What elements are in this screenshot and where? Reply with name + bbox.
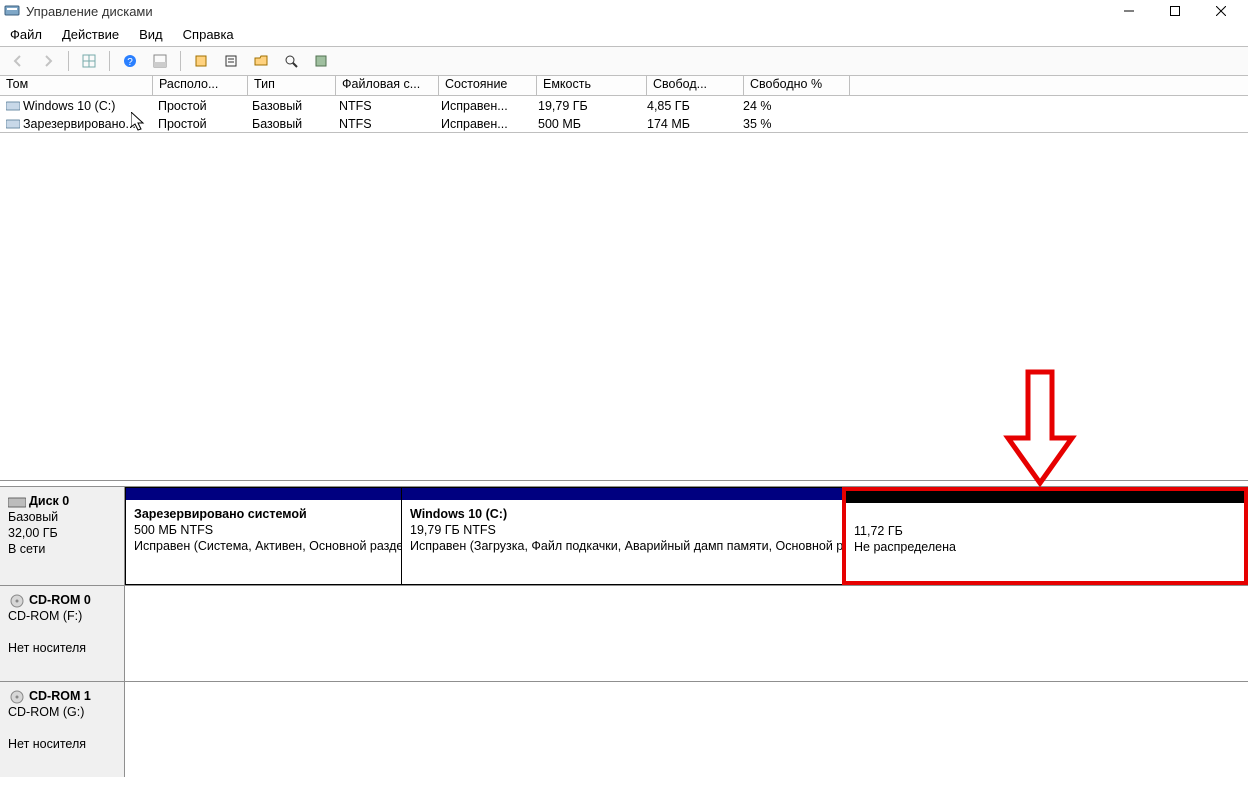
cell-name: Windows 10 (C:) [23, 99, 115, 113]
partition-size: 500 МБ NTFS [134, 522, 393, 538]
partition-title: Зарезервировано системой [134, 506, 393, 522]
titlebar: Управление дисками [0, 0, 1248, 22]
cell-status: Исправен... [435, 117, 532, 131]
disk-status: В сети [8, 542, 45, 556]
col-volume[interactable]: Том [0, 76, 153, 95]
forward-button[interactable] [36, 49, 60, 73]
open-button[interactable] [249, 49, 273, 73]
partition-status: Исправен (Загрузка, Файл подкачки, Авари… [410, 538, 834, 554]
volume-list-pane: Том Располо... Тип Файловая с... Состоян… [0, 76, 1248, 480]
partition-stripe [402, 488, 842, 500]
cell-free: 4,85 ГБ [641, 99, 737, 113]
properties-button[interactable] [219, 49, 243, 73]
disk-label-cell[interactable]: CD-ROM 0 CD-ROM (F:) Нет носителя [0, 586, 125, 681]
app-icon [4, 3, 20, 19]
partition-stripe [846, 491, 1244, 503]
col-freepct[interactable]: Свободно % [744, 76, 850, 95]
cell-type: Базовый [246, 99, 333, 113]
table-row[interactable]: Windows 10 (C:) Простой Базовый NTFS Исп… [0, 96, 1248, 114]
col-status[interactable]: Состояние [439, 76, 537, 95]
cell-fs: NTFS [333, 99, 435, 113]
cell-capacity: 19,79 ГБ [532, 99, 641, 113]
disk-label-cell[interactable]: CD-ROM 1 CD-ROM (G:) Нет носителя [0, 682, 125, 777]
partition[interactable]: Windows 10 (C:) 19,79 ГБ NTFS Исправен (… [401, 487, 842, 585]
col-capacity[interactable]: Емкость [537, 76, 647, 95]
partition-status: Не распределена [854, 539, 1236, 555]
drive-icon [6, 100, 20, 112]
pane-splitter[interactable] [0, 480, 1248, 487]
disk-map-pane: Диск 0 Базовый 32,00 ГБ В сети Зарезерви… [0, 487, 1248, 777]
minimize-button[interactable] [1106, 0, 1152, 22]
table-row[interactable]: Зарезервировано... Простой Базовый NTFS … [0, 114, 1248, 132]
menu-view[interactable]: Вид [139, 27, 163, 42]
col-layout[interactable]: Располо... [153, 76, 248, 95]
disk-label-cell[interactable]: Диск 0 Базовый 32,00 ГБ В сети [0, 487, 125, 585]
close-button[interactable] [1198, 0, 1244, 22]
view-grid-button[interactable] [77, 49, 101, 73]
menu-help[interactable]: Справка [183, 27, 234, 42]
back-button[interactable] [6, 49, 30, 73]
drive-icon [6, 118, 20, 130]
menu-action[interactable]: Действие [62, 27, 119, 42]
cell-type: Базовый [246, 117, 333, 131]
maximize-button[interactable] [1152, 0, 1198, 22]
disk-name: Диск 0 [29, 494, 69, 508]
volume-table-header: Том Располо... Тип Файловая с... Состоян… [0, 76, 1248, 96]
cell-status: Исправен... [435, 99, 532, 113]
find-button[interactable] [279, 49, 303, 73]
col-filesystem[interactable]: Файловая с... [336, 76, 439, 95]
menubar: Файл Действие Вид Справка [0, 22, 1248, 46]
partition-status: Исправен (Система, Активен, Основной раз… [134, 538, 393, 554]
hdd-icon [8, 495, 26, 509]
disk-row: Диск 0 Базовый 32,00 ГБ В сети Зарезерви… [0, 487, 1248, 586]
disk-status: Нет носителя [8, 641, 86, 655]
cell-fs: NTFS [333, 117, 435, 131]
help-button[interactable]: ? [118, 49, 142, 73]
cdrom-icon [8, 594, 26, 608]
refresh-button[interactable] [189, 49, 213, 73]
partition-stripe [126, 488, 401, 500]
disk-row: CD-ROM 0 CD-ROM (F:) Нет носителя [0, 586, 1248, 682]
disk-status: Нет носителя [8, 737, 86, 751]
partition-size: 11,72 ГБ [854, 523, 1236, 539]
cell-freepct: 24 % [737, 99, 842, 113]
toolbar: ? [0, 46, 1248, 76]
disk-name: CD-ROM 0 [29, 593, 91, 607]
cell-name: Зарезервировано... [23, 117, 136, 131]
col-type[interactable]: Тип [248, 76, 336, 95]
settings-button[interactable] [309, 49, 333, 73]
cell-layout: Простой [152, 99, 246, 113]
col-free[interactable]: Свобод... [647, 76, 744, 95]
partition[interactable]: Зарезервировано системой 500 МБ NTFS Исп… [125, 487, 401, 585]
disk-type: CD-ROM (F:) [8, 609, 82, 623]
list-bottom-button[interactable] [148, 49, 172, 73]
disk-name: CD-ROM 1 [29, 689, 91, 703]
partition-unallocated[interactable]: 11,72 ГБ Не распределена [842, 487, 1248, 585]
disk-type: Базовый [8, 510, 58, 524]
disk-type: CD-ROM (G:) [8, 705, 84, 719]
disk-row: CD-ROM 1 CD-ROM (G:) Нет носителя [0, 682, 1248, 777]
window-title: Управление дисками [26, 4, 153, 19]
partition-title: Windows 10 (C:) [410, 506, 834, 522]
cell-capacity: 500 МБ [532, 117, 641, 131]
cell-layout: Простой [152, 117, 246, 131]
svg-text:?: ? [127, 57, 133, 68]
disk-size: 32,00 ГБ [8, 526, 58, 540]
cdrom-icon [8, 690, 26, 704]
cell-free: 174 МБ [641, 117, 737, 131]
menu-file[interactable]: Файл [10, 27, 42, 42]
partition-size: 19,79 ГБ NTFS [410, 522, 834, 538]
cell-freepct: 35 % [737, 117, 842, 131]
